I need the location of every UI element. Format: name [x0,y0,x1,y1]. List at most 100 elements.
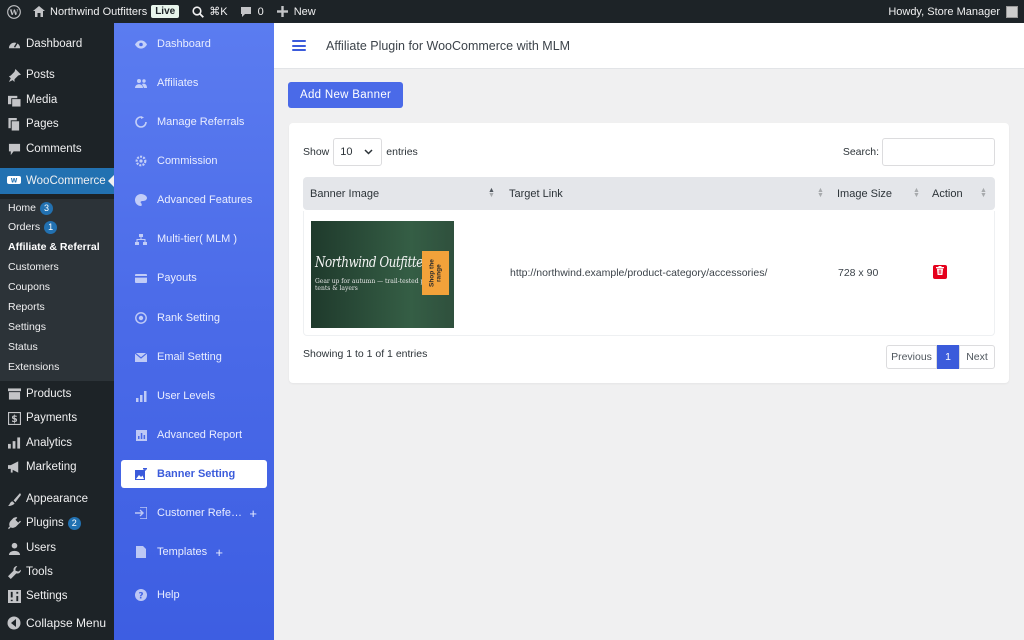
image-icon [135,468,147,480]
menu-item-posts[interactable]: Posts [0,63,114,87]
wp-admin-menu: Dashboard Posts Media Pages Comments W W… [0,23,114,640]
plugin-nav-multi-tier[interactable]: Multi-tier( MLM ) [121,225,267,253]
sort-icon[interactable]: ▲ ▼ [980,187,987,199]
menu-label: Products [26,388,72,400]
plugin-sidebar: Dashboard Affiliates Manage Referrals Co… [114,23,274,640]
plugin-nav-commission[interactable]: Commission [121,147,267,175]
plugin-nav-label: Manage Referrals [157,116,245,128]
svg-text:$: $ [11,414,17,425]
plugin-nav-label: Advanced Features [157,194,253,206]
plugin-nav-dashboard[interactable]: Dashboard [121,30,267,58]
column-header-target-link[interactable]: Target Link [509,177,563,210]
plugin-nav-payouts[interactable]: Payouts [121,264,267,292]
document-icon [135,546,147,558]
plugin-nav-help[interactable]: ? Help [121,581,267,609]
avatar [1006,5,1018,18]
menu-label: Tools [26,566,53,578]
menu-item-comments[interactable]: Comments [0,137,114,161]
menu-item-analytics[interactable]: Analytics [0,431,114,455]
my-account-link[interactable]: Howdy, Store Manager [882,0,1024,23]
plugin-nav-customer-referral[interactable]: Customer Refe… + [121,499,267,527]
search-input[interactable] [882,138,995,166]
search-shortcut[interactable]: ⌘K [185,0,233,23]
plugin-nav-email-setting[interactable]: Email Setting [121,343,267,371]
plugin-nav-manage-referrals[interactable]: Manage Referrals [121,108,267,136]
menu-item-appearance[interactable]: Appearance [0,487,114,511]
submenu-item-affiliate-referral[interactable]: Affiliate & Referral [8,238,100,256]
pages-icon [7,117,21,131]
site-name-link[interactable]: Northwind Outfitters Live [26,0,185,23]
menu-item-tools[interactable]: Tools [0,560,114,584]
bars-icon [135,390,147,402]
hierarchy-icon [135,233,147,245]
submenu-item-reports[interactable]: Reports [8,298,45,316]
new-label: New [293,5,316,18]
banner-cta: Shop the range [422,251,449,295]
column-label: Banner Image [310,187,380,200]
banner-image-thumbnail: Northwind Outfitters Gear up for autumn … [311,221,454,328]
plugin-nav-banner-setting[interactable]: Banner Setting [121,460,267,488]
plugin-nav-advanced-features[interactable]: Advanced Features [121,186,267,214]
menu-item-dashboard[interactable]: Dashboard [0,32,114,56]
sort-icon[interactable]: ▲ ▼ [913,187,920,199]
wrench-icon [7,565,21,579]
menu-item-woocommerce[interactable]: W WooCommerce [0,168,114,194]
add-new-banner-button[interactable]: Add New Banner [288,82,404,108]
menu-label: Analytics [26,437,73,449]
delete-banner-button[interactable] [933,265,947,279]
submenu-item-settings[interactable]: Settings [8,318,46,336]
submenu-label: Extensions [8,361,60,373]
menu-item-collapse[interactable]: Collapse Menu [0,611,114,635]
target-icon [135,312,147,324]
expand-plus-icon[interactable]: + [249,506,257,521]
page-length-select[interactable]: 10 [333,138,383,166]
submenu-item-home[interactable]: Home 3 [8,199,54,217]
people-icon [135,77,147,89]
wordpress-logo-icon[interactable]: W [2,0,26,23]
show-label: Show [303,146,330,158]
plugin-nav-label: Dashboard [157,38,211,50]
plugin-nav-label: Commission [157,155,218,167]
sort-icon[interactable]: ▲ ▼ [817,187,824,199]
previous-page-button[interactable]: Previous [886,345,937,369]
table-info: Showing 1 to 1 of 1 entries [303,348,428,360]
submenu-item-coupons[interactable]: Coupons [8,278,50,296]
submenu-item-orders[interactable]: Orders 1 [8,218,58,236]
column-header-image-size[interactable]: Image Size [837,177,892,210]
menu-item-users[interactable]: Users [0,536,114,560]
new-content-link[interactable]: New [270,0,322,23]
plugin-nav-user-levels[interactable]: User Levels [121,382,267,410]
target-link-cell: http://northwind.example/product-categor… [510,267,768,279]
menu-item-marketing[interactable]: Marketing [0,455,114,479]
menu-item-products[interactable]: Products [0,382,114,406]
next-page-button[interactable]: Next [959,345,995,369]
page-length-value: 10 [340,146,353,158]
submenu-item-extensions[interactable]: Extensions [8,358,59,376]
dashboard-icon [7,37,21,51]
report-icon [135,429,147,441]
plugin-nav-label: Multi-tier( MLM ) [157,233,238,245]
comments-link[interactable]: 0 [234,0,270,23]
hamburger-menu-icon[interactable] [292,40,306,51]
entries-label: entries [386,146,418,158]
palette-icon [135,194,147,206]
submenu-item-status[interactable]: Status [8,338,38,356]
column-header-banner-image[interactable]: Banner Image [310,177,379,210]
submenu-item-customers[interactable]: Customers [8,258,59,276]
site-name: Northwind Outfitters [50,5,148,18]
menu-item-payments[interactable]: $ Payments [0,406,114,430]
menu-item-settings[interactable]: Settings [0,584,114,608]
page-number-button[interactable]: 1 [937,345,959,369]
card-icon [135,272,147,284]
plugin-nav-advanced-report[interactable]: Advanced Report [121,421,267,449]
expand-plus-icon[interactable]: + [215,545,223,560]
plugin-nav-templates[interactable]: Templates + [121,538,267,566]
plugin-nav-rank-setting[interactable]: Rank Setting [121,304,267,332]
plugin-nav-affiliates[interactable]: Affiliates [121,69,267,97]
submenu-label: Coupons [8,281,51,293]
sort-ascending-icon[interactable]: ▲ ▼ [488,187,495,199]
menu-item-media[interactable]: Media [0,88,114,112]
menu-item-pages[interactable]: Pages [0,112,114,136]
column-header-action[interactable]: Action [932,177,963,210]
menu-item-plugins[interactable]: Plugins 2 [0,511,114,535]
